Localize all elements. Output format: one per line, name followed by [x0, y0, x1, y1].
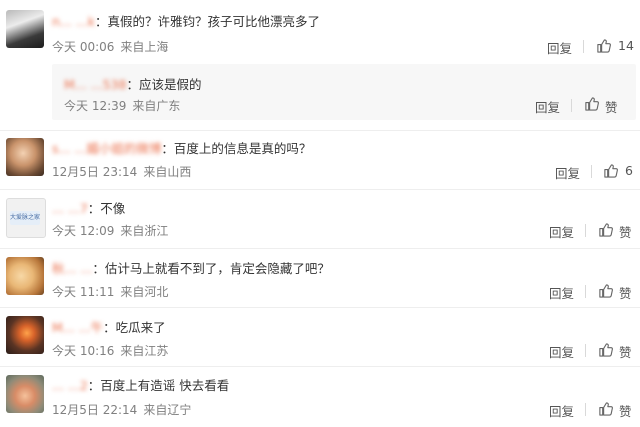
like-label: 赞 — [619, 286, 632, 301]
reply-button[interactable]: 回复 — [535, 97, 560, 116]
reply-button[interactable]: 回复 — [555, 163, 580, 182]
action-divider — [571, 99, 572, 112]
comment-text: ：估计马上就看不到了，肯定会隐藏了吧？ — [92, 261, 330, 276]
like-count: 6 — [625, 163, 633, 178]
comment-text: ：百度上的信息是真的吗？ — [161, 141, 312, 156]
reply-button[interactable]: 回复 — [547, 38, 572, 57]
comment-item: 秋... ...：估计马上就看不到了，肯定会隐藏了吧？ 今天 11:11 来自河北… — [0, 249, 640, 307]
like-count: 14 — [618, 38, 634, 53]
action-divider — [585, 285, 586, 298]
nested-reply: M... ...538：应该是假的 今天 12:39 来自广东 回复 赞 — [52, 64, 636, 120]
username-link[interactable]: 秋... ... — [52, 261, 92, 276]
reply-button[interactable]: 回复 — [549, 342, 574, 361]
comment-text: ：吃瓜来了 — [103, 320, 166, 335]
reply-meta: 今天 12:39 来自广东 — [64, 97, 180, 114]
source-location: 来自山西 — [143, 165, 192, 179]
thumbs-up-icon[interactable] — [584, 96, 599, 111]
like-label: 赞 — [605, 100, 618, 115]
comment-meta: 今天 00:06 来自上海 — [52, 38, 168, 55]
thumbs-up-icon[interactable] — [603, 163, 618, 178]
action-divider — [585, 344, 586, 357]
timestamp: 今天 12:09 — [52, 224, 115, 238]
timestamp: 今天 10:16 — [52, 344, 115, 358]
like-label: 赞 — [619, 345, 632, 360]
avatar[interactable] — [6, 316, 44, 354]
avatar[interactable] — [6, 375, 44, 413]
username-link[interactable]: M... ...午 — [52, 320, 103, 335]
action-divider — [585, 224, 586, 237]
action-divider — [585, 403, 586, 416]
comment-text: ：真假的？许雅钧？孩子可比他漂亮多了 — [94, 14, 320, 29]
comment-meta: 今天 10:16 来自江苏 — [52, 342, 168, 359]
comment-body: ... ...2：百度上有造谣 快去看看 — [52, 375, 229, 394]
timestamp: 今天 12:39 — [64, 99, 127, 113]
comment-item: ... ...2：百度上有造谣 快去看看 12月5日 22:14 来自辽宁 回复 … — [0, 367, 640, 427]
source-location: 来自江苏 — [120, 344, 169, 358]
comment-meta: 今天 11:11 来自河北 — [52, 283, 168, 300]
comment-item: n... ...k：真假的？许雅钧？孩子可比他漂亮多了 今天 00:06 来自上海… — [0, 0, 640, 130]
username-link[interactable]: M... ...538 — [64, 77, 126, 92]
thumbs-up-icon[interactable] — [596, 38, 611, 53]
source-location: 来自广东 — [132, 99, 181, 113]
comment-body: s... ...媚小姐的微博：百度上的信息是真的吗？ — [52, 138, 311, 157]
timestamp: 12月5日 22:14 — [52, 403, 138, 417]
avatar[interactable] — [6, 138, 44, 176]
like-label: 赞 — [619, 225, 632, 240]
timestamp: 12月5日 23:14 — [52, 165, 138, 179]
comment-item: s... ...媚小姐的微博：百度上的信息是真的吗？ 12月5日 23:14 来自… — [0, 131, 640, 189]
comment-body: 秋... ...：估计马上就看不到了，肯定会隐藏了吧？ — [52, 258, 330, 277]
source-location: 来自辽宁 — [143, 403, 192, 417]
username-link[interactable]: ... ...7 — [52, 201, 88, 216]
username-link[interactable]: ... ...2 — [52, 378, 88, 393]
avatar[interactable] — [6, 10, 44, 48]
comment-text: ：不像 — [87, 201, 126, 216]
comment-item: 大爱脉之家 ... ...7：不像 今天 12:09 来自浙江 回复 赞 — [0, 190, 640, 248]
comment-meta: 12月5日 23:14 来自山西 — [52, 163, 191, 180]
reply-button[interactable]: 回复 — [549, 222, 574, 241]
thumbs-up-icon[interactable] — [598, 222, 613, 237]
avatar[interactable] — [6, 257, 44, 295]
comment-text: ：百度上有造谣 快去看看 — [87, 378, 230, 393]
reply-button[interactable]: 回复 — [549, 401, 574, 420]
like-label: 赞 — [619, 404, 632, 419]
comment-meta: 今天 12:09 来自浙江 — [52, 222, 168, 239]
reply-body: M... ...538：应该是假的 — [64, 74, 201, 93]
action-divider — [583, 40, 584, 53]
reply-text: ：应该是假的 — [126, 77, 202, 92]
comment-body: n... ...k：真假的？许雅钧？孩子可比他漂亮多了 — [52, 11, 320, 30]
source-location: 来自河北 — [120, 285, 169, 299]
reply-button[interactable]: 回复 — [549, 283, 574, 302]
source-location: 来自上海 — [120, 40, 169, 54]
comment-feed: n... ...k：真假的？许雅钧？孩子可比他漂亮多了 今天 00:06 来自上海… — [0, 0, 640, 427]
action-divider — [591, 165, 592, 178]
timestamp: 今天 00:06 — [52, 40, 115, 54]
avatar-badge: 大爱脉之家 — [10, 211, 40, 225]
timestamp: 今天 11:11 — [52, 285, 115, 299]
avatar[interactable]: 大爱脉之家 — [6, 198, 46, 238]
thumbs-up-icon[interactable] — [598, 401, 613, 416]
thumbs-up-icon[interactable] — [598, 342, 613, 357]
thumbs-up-icon[interactable] — [598, 283, 613, 298]
comment-meta: 12月5日 22:14 来自辽宁 — [52, 401, 191, 418]
comment-body: ... ...7：不像 — [52, 198, 125, 217]
source-location: 来自浙江 — [120, 224, 169, 238]
comment-body: M... ...午：吃瓜来了 — [52, 317, 166, 336]
comment-item: M... ...午：吃瓜来了 今天 10:16 来自江苏 回复 赞 — [0, 308, 640, 366]
username-link[interactable]: s... ...媚小姐的微博 — [52, 141, 161, 156]
username-link[interactable]: n... ...k — [52, 14, 95, 29]
